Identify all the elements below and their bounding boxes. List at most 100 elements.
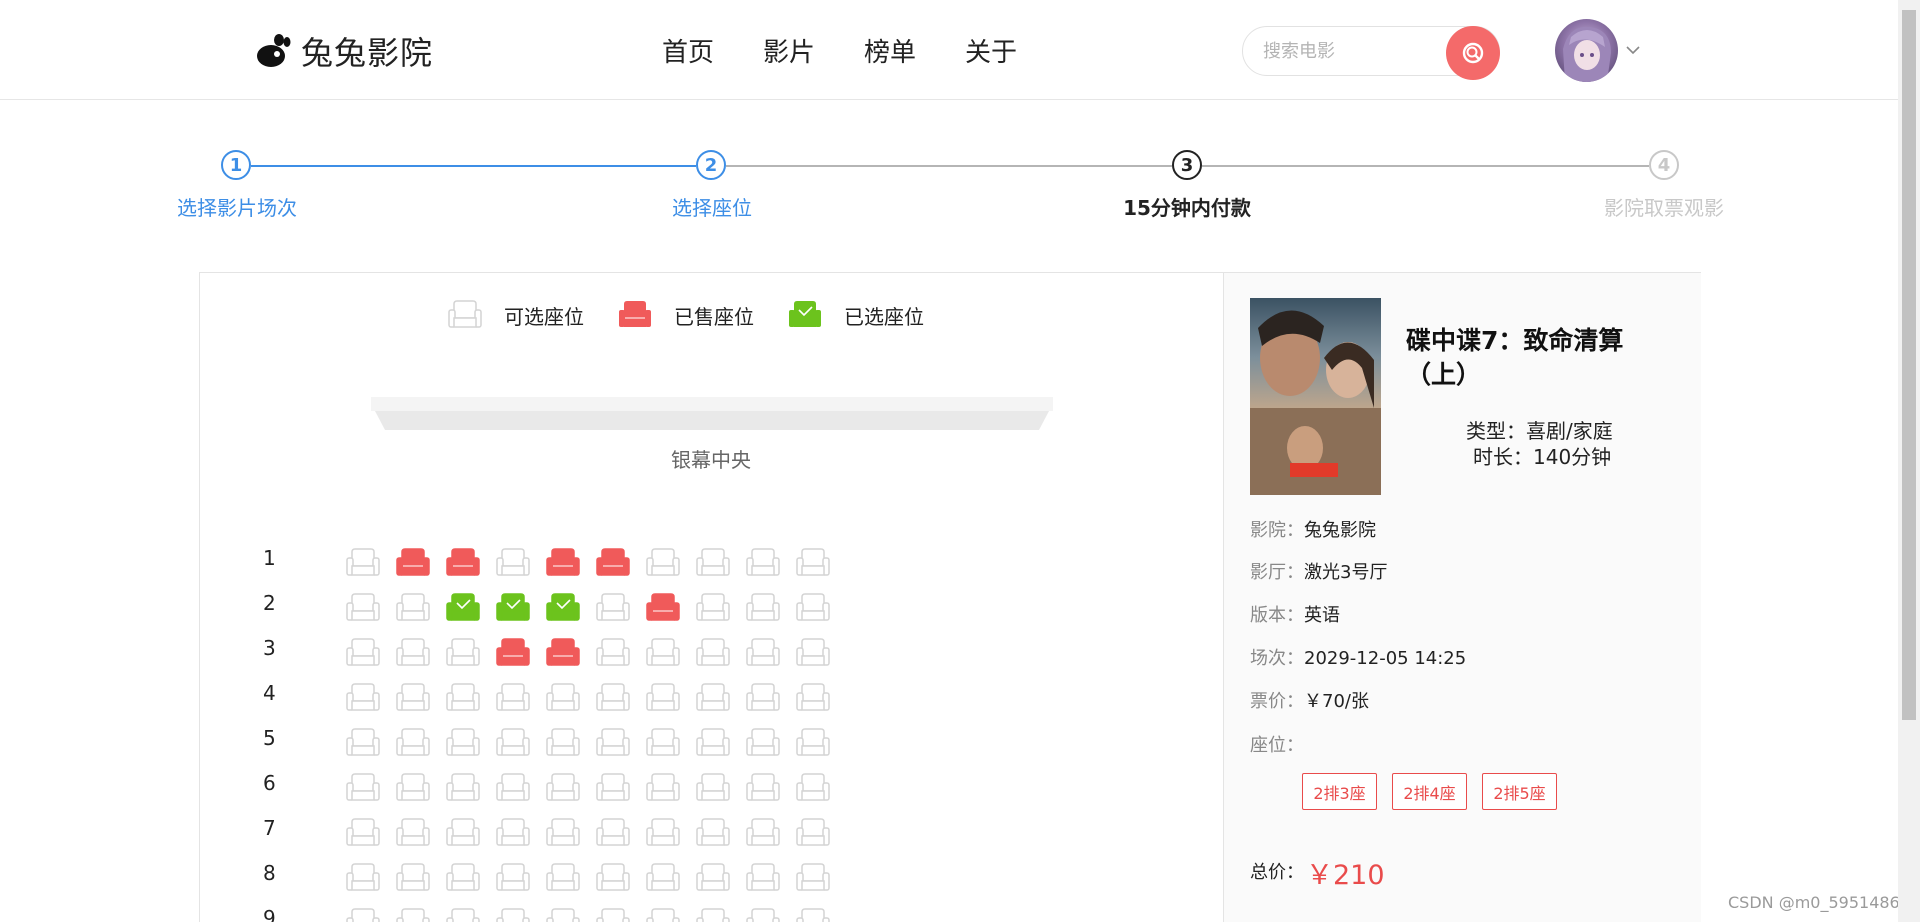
available-seat[interactable] [596, 818, 630, 848]
brand-logo[interactable]: 兔兔影院 [255, 28, 433, 74]
available-seat[interactable] [596, 638, 630, 668]
user-avatar[interactable] [1555, 19, 1618, 82]
available-seat[interactable] [746, 908, 780, 922]
available-seat[interactable] [496, 773, 530, 803]
available-seat[interactable] [496, 863, 530, 893]
available-seat[interactable] [546, 863, 580, 893]
available-seat[interactable] [546, 818, 580, 848]
available-seat[interactable] [496, 683, 530, 713]
nav-item-movies[interactable]: 影片 [763, 32, 815, 69]
available-seat[interactable] [446, 728, 480, 758]
available-seat[interactable] [446, 638, 480, 668]
nav-item-ranking[interactable]: 榜单 [864, 32, 916, 69]
available-seat[interactable] [796, 638, 830, 668]
available-seat[interactable] [596, 593, 630, 623]
search-button[interactable] [1446, 26, 1500, 80]
available-seat[interactable] [396, 908, 430, 922]
available-seat[interactable] [446, 818, 480, 848]
available-seat[interactable] [446, 773, 480, 803]
available-seat[interactable] [796, 818, 830, 848]
available-seat[interactable] [496, 548, 530, 578]
available-seat[interactable] [796, 728, 830, 758]
available-seat[interactable] [496, 818, 530, 848]
info-key: 影厅： [1250, 562, 1304, 583]
available-seat[interactable] [646, 548, 680, 578]
available-seat[interactable] [696, 593, 730, 623]
available-seat[interactable] [396, 728, 430, 758]
available-seat[interactable] [696, 773, 730, 803]
available-seat[interactable] [696, 638, 730, 668]
chevron-down-icon[interactable] [1626, 40, 1640, 59]
selected-seat[interactable] [546, 593, 580, 623]
available-seat[interactable] [546, 728, 580, 758]
movie-title: 碟中谍7：致命清算（上） [1406, 326, 1624, 389]
selected-seat-tag[interactable]: 2排4座 [1392, 773, 1467, 810]
available-seat[interactable] [646, 638, 680, 668]
selected-seat[interactable] [446, 593, 480, 623]
available-seat[interactable] [596, 908, 630, 922]
available-seat[interactable] [696, 863, 730, 893]
available-seat[interactable] [546, 908, 580, 922]
available-seat[interactable] [746, 548, 780, 578]
available-seat[interactable] [796, 863, 830, 893]
available-seat[interactable] [446, 863, 480, 893]
selected-seat-tag[interactable]: 2排3座 [1302, 773, 1377, 810]
available-seat[interactable] [646, 773, 680, 803]
search-input[interactable] [1263, 38, 1433, 64]
movie-genre: 类型：喜剧/家庭 [1466, 419, 1613, 443]
available-seat[interactable] [746, 818, 780, 848]
available-seat[interactable] [596, 728, 630, 758]
available-seat[interactable] [796, 683, 830, 713]
available-seat[interactable] [496, 908, 530, 922]
available-seat[interactable] [796, 593, 830, 623]
available-seat[interactable] [346, 638, 380, 668]
available-seat[interactable] [646, 683, 680, 713]
available-seat[interactable] [646, 818, 680, 848]
step-connector-2 [726, 165, 1172, 167]
available-seat[interactable] [346, 728, 380, 758]
available-seat[interactable] [796, 773, 830, 803]
selected-seat-tag[interactable]: 2排5座 [1482, 773, 1557, 810]
available-seat[interactable] [346, 683, 380, 713]
available-seat[interactable] [396, 593, 430, 623]
available-seat[interactable] [346, 818, 380, 848]
available-seat[interactable] [746, 863, 780, 893]
nav-item-about[interactable]: 关于 [965, 32, 1017, 69]
available-seat[interactable] [396, 638, 430, 668]
available-seat[interactable] [346, 773, 380, 803]
available-seat[interactable] [596, 863, 630, 893]
available-seat[interactable] [796, 908, 830, 922]
available-seat[interactable] [646, 908, 680, 922]
available-seat[interactable] [696, 683, 730, 713]
available-seat[interactable] [546, 683, 580, 713]
available-seat[interactable] [446, 683, 480, 713]
available-seat[interactable] [446, 908, 480, 922]
available-seat[interactable] [796, 548, 830, 578]
available-seat[interactable] [596, 773, 630, 803]
available-seat[interactable] [696, 728, 730, 758]
available-seat[interactable] [396, 773, 430, 803]
available-seat[interactable] [546, 773, 580, 803]
available-seat[interactable] [396, 683, 430, 713]
nav-item-home[interactable]: 首页 [662, 32, 714, 69]
available-seat[interactable] [746, 593, 780, 623]
available-seat[interactable] [696, 818, 730, 848]
available-seat[interactable] [396, 818, 430, 848]
available-seat[interactable] [346, 593, 380, 623]
scrollbar-thumb[interactable] [1902, 10, 1916, 720]
available-seat[interactable] [396, 863, 430, 893]
available-seat[interactable] [346, 908, 380, 922]
available-seat[interactable] [496, 728, 530, 758]
available-seat[interactable] [646, 863, 680, 893]
available-seat[interactable] [346, 548, 380, 578]
available-seat[interactable] [696, 548, 730, 578]
available-seat[interactable] [596, 683, 630, 713]
selected-seat[interactable] [496, 593, 530, 623]
available-seat[interactable] [646, 728, 680, 758]
available-seat[interactable] [746, 683, 780, 713]
available-seat[interactable] [746, 638, 780, 668]
available-seat[interactable] [746, 728, 780, 758]
available-seat[interactable] [346, 863, 380, 893]
available-seat[interactable] [746, 773, 780, 803]
available-seat[interactable] [696, 908, 730, 922]
